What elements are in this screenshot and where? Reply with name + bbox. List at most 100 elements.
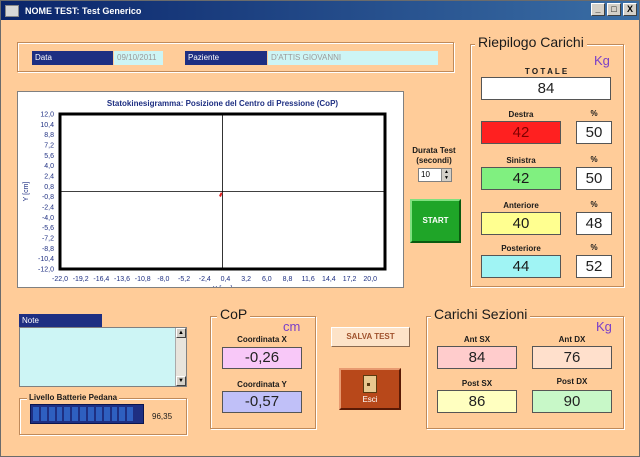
x-tick-label: -16,4 xyxy=(93,276,109,283)
start-button[interactable]: START xyxy=(410,199,461,243)
window-title: NOME TEST: Test Generico xyxy=(25,5,142,16)
x-tick-label: 0,4 xyxy=(221,276,231,283)
post-sx-label: Post SX xyxy=(461,379,493,388)
battery-segment xyxy=(88,407,94,421)
riepilogo-row-label: Posteriore xyxy=(501,244,541,253)
y-tick-label: -0,8 xyxy=(42,194,54,201)
batteria-value: 96,35 xyxy=(152,412,173,421)
ant-sx-value: 84 xyxy=(437,346,517,369)
paziente-label: Paziente xyxy=(185,51,267,65)
y-tick-label: 8,8 xyxy=(44,132,54,139)
y-tick-label: 5,6 xyxy=(44,153,54,160)
minimize-button[interactable]: _ xyxy=(591,3,605,16)
y-tick-label: -8,8 xyxy=(42,246,54,253)
cop-y-label: Coordinata Y xyxy=(237,380,287,389)
close-button[interactable]: X xyxy=(623,3,637,16)
riepilogo-row-label: Anteriore xyxy=(503,201,539,210)
totale-value: 84 xyxy=(481,77,611,100)
y-tick-label: 12,0 xyxy=(40,112,54,119)
sezioni-unit: Kg xyxy=(596,319,612,334)
data-label: Data xyxy=(32,51,113,65)
cop-x-value: -0,26 xyxy=(222,347,302,369)
cop-y-value: -0,57 xyxy=(222,391,302,413)
sezioni-title: Carichi Sezioni xyxy=(431,306,531,322)
x-tick-label: -5,2 xyxy=(178,276,190,283)
battery-segment xyxy=(127,407,134,421)
durata-label: Durata Test (secondi) xyxy=(412,146,456,165)
x-tick-label: 17,2 xyxy=(343,276,357,283)
riepilogo-title: Riepilogo Carichi xyxy=(475,34,587,50)
y-tick-label: -4,0 xyxy=(42,215,54,222)
scroll-down-icon[interactable]: ▼ xyxy=(176,376,186,386)
riepilogo-unit: Kg xyxy=(594,53,610,68)
riepilogo-row-label: Sinistra xyxy=(506,156,536,165)
battery-segment xyxy=(56,407,63,421)
y-tick-label: -2,4 xyxy=(42,205,54,212)
app-icon xyxy=(5,4,19,17)
cop-chart-svg: Statokinesigramma: Posizione del Centro … xyxy=(23,99,387,287)
x-tick-label: 14,4 xyxy=(322,276,336,283)
riepilogo-row-pct-symbol: % xyxy=(590,200,598,209)
x-tick-label: 11,6 xyxy=(302,276,315,283)
cop-unit: cm xyxy=(283,319,301,334)
riepilogo-row-pct: 50 xyxy=(576,121,612,144)
cop-x-label: Coordinata X xyxy=(237,335,287,344)
ant-sx-label: Ant SX xyxy=(463,335,491,344)
y-tick-label: 0,8 xyxy=(44,184,54,191)
note-scrollbar[interactable]: ▲ ▼ xyxy=(175,328,186,386)
x-tick-label: -2,4 xyxy=(199,276,211,283)
batteria-bar xyxy=(30,404,144,424)
scroll-up-icon[interactable]: ▲ xyxy=(176,328,186,338)
salva-test-button[interactable]: SALVA TEST xyxy=(331,327,410,347)
battery-segment xyxy=(95,407,102,421)
note-textarea[interactable]: ▲ ▼ xyxy=(19,327,187,387)
door-exit-icon xyxy=(363,375,377,393)
y-tick-label: 4,0 xyxy=(44,163,54,170)
battery-segment xyxy=(40,407,47,421)
battery-segment xyxy=(80,407,87,421)
y-tick-label: 10,4 xyxy=(40,122,54,129)
paziente-field[interactable]: D'ATTIS GIOVANNI xyxy=(268,51,438,65)
durata-value: 10 xyxy=(421,170,430,179)
esci-label: Esci xyxy=(362,395,378,404)
note-label: Note xyxy=(19,314,102,328)
post-dx-label: Post DX xyxy=(556,377,588,386)
riepilogo-row-pct: 48 xyxy=(576,212,612,235)
durata-spinner[interactable]: 10 ▲ ▼ xyxy=(418,168,452,182)
battery-segment xyxy=(33,407,39,421)
x-tick-label: 3,2 xyxy=(241,276,251,283)
y-axis-label: Y [cm] xyxy=(23,182,30,202)
x-tick-label: -10,8 xyxy=(135,276,151,283)
x-axis-label: X [cm] xyxy=(213,286,233,287)
riepilogo-row-pct-symbol: % xyxy=(590,109,598,118)
chart-title: Statokinesigramma: Posizione del Centro … xyxy=(107,99,338,108)
riepilogo-row-value: 42 xyxy=(481,121,561,144)
post-dx-value: 90 xyxy=(532,390,612,413)
riepilogo-row-value: 40 xyxy=(481,212,561,235)
cop-title: CoP xyxy=(217,306,251,322)
data-field[interactable]: 09/10/2011 xyxy=(114,51,163,65)
battery-segment xyxy=(48,407,55,421)
maximize-button[interactable]: □ xyxy=(607,3,621,16)
post-sx-value: 86 xyxy=(437,390,517,413)
battery-segment xyxy=(135,407,142,421)
batteria-label: Livello Batterie Pedana xyxy=(27,393,120,402)
totale-label: T O T A L E xyxy=(524,67,568,76)
x-tick-label: -8,0 xyxy=(157,276,169,283)
esci-button[interactable]: Esci xyxy=(339,368,401,410)
riepilogo-row-pct-symbol: % xyxy=(590,155,598,164)
x-tick-label: -22,0 xyxy=(52,276,68,283)
y-tick-label: -5,6 xyxy=(42,225,54,232)
riepilogo-row-pct: 50 xyxy=(576,167,612,190)
y-tick-label: 2,4 xyxy=(44,174,54,181)
y-tick-label: -12,0 xyxy=(38,267,54,274)
y-tick-label: -10,4 xyxy=(38,256,54,263)
battery-segment xyxy=(64,407,71,421)
x-tick-label: 20,0 xyxy=(363,276,377,283)
x-tick-label: 6,0 xyxy=(262,276,272,283)
title-bar[interactable]: NOME TEST: Test Generico _ □ X xyxy=(1,1,639,20)
spin-arrows-icon[interactable]: ▲ ▼ xyxy=(441,169,451,181)
riepilogo-row-pct: 52 xyxy=(576,255,612,278)
battery-segment xyxy=(119,407,126,421)
riepilogo-row-label: Destra xyxy=(508,110,534,119)
